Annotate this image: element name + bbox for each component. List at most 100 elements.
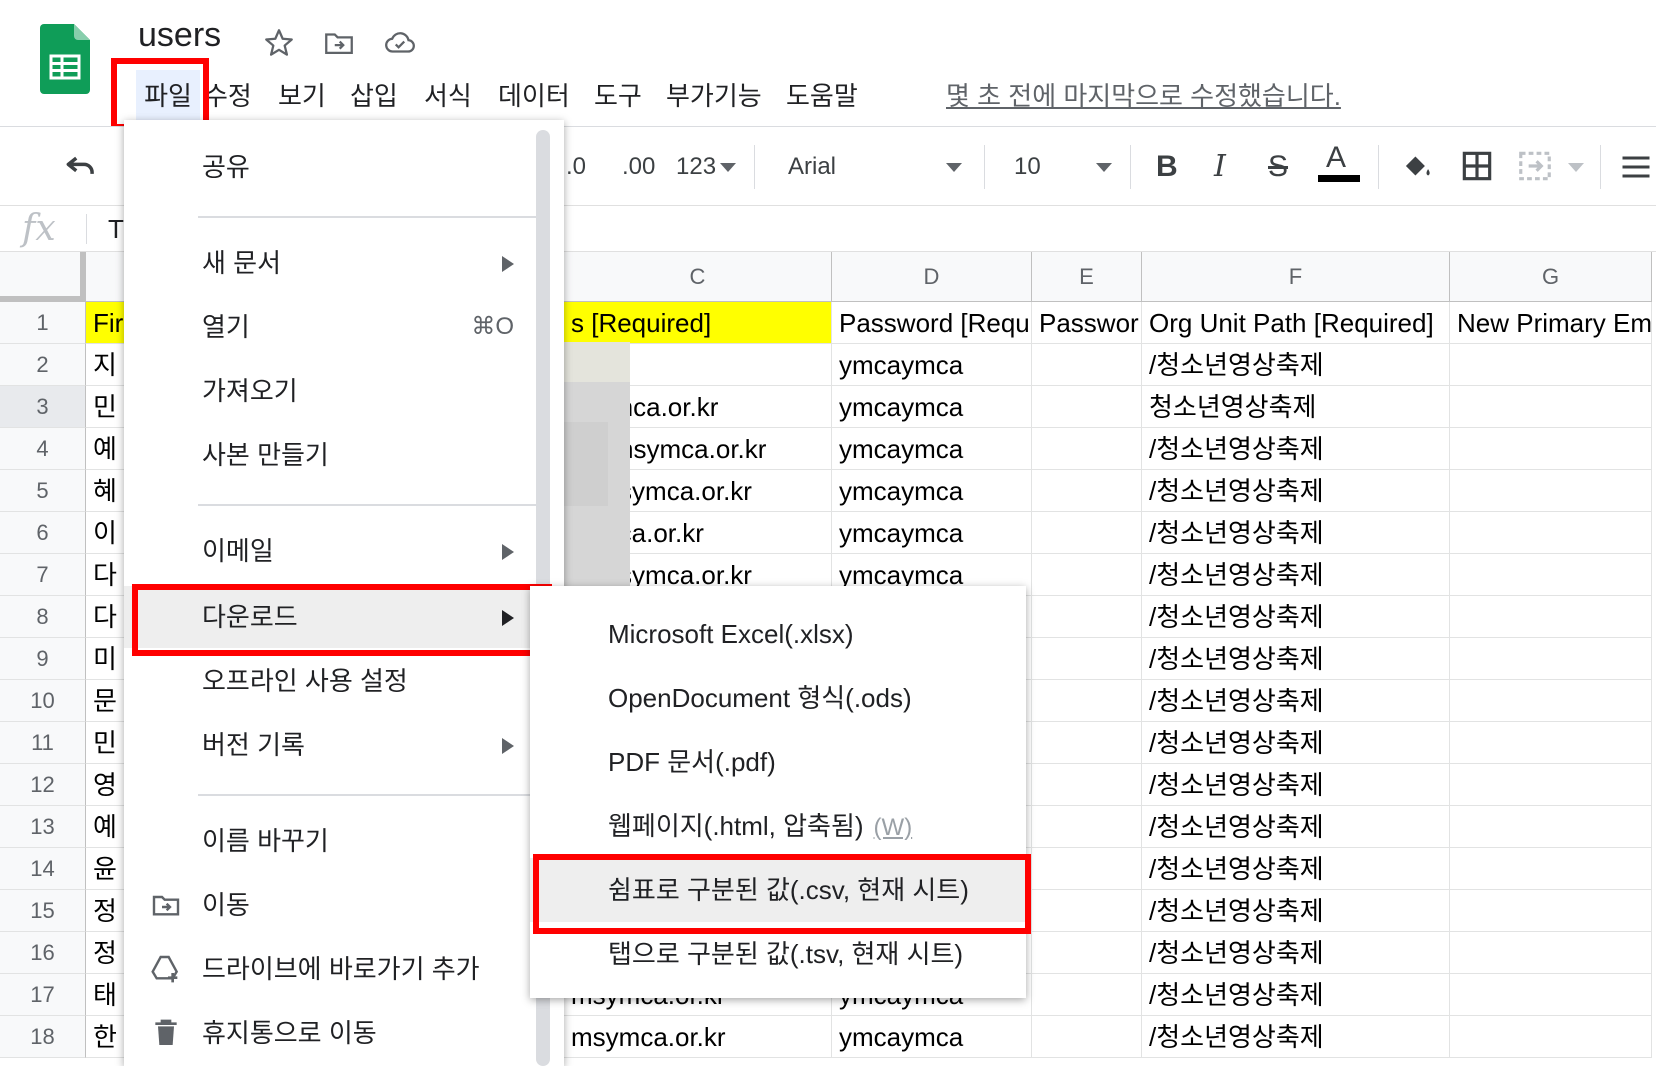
download-ods[interactable]: OpenDocument 형식(.ods) xyxy=(530,666,1026,730)
cell-d[interactable]: ymcaymca xyxy=(832,512,1032,554)
cell-e[interactable] xyxy=(1032,470,1142,512)
cell-g[interactable] xyxy=(1450,554,1652,596)
row-header[interactable]: 12 xyxy=(0,764,86,806)
row-header[interactable]: 2 xyxy=(0,344,86,386)
cell-e[interactable] xyxy=(1032,680,1142,722)
cell-f[interactable]: /청소년영상축제 xyxy=(1142,428,1450,470)
cell-g[interactable] xyxy=(1450,806,1652,848)
cell-d[interactable]: ymcaymca xyxy=(832,344,1032,386)
row-header[interactable]: 7 xyxy=(0,554,86,596)
cell-e[interactable] xyxy=(1032,848,1142,890)
cell-e[interactable]: Passwor xyxy=(1032,302,1142,344)
italic-button[interactable]: I xyxy=(1214,127,1226,207)
row-header[interactable]: 1 xyxy=(0,302,86,344)
cell-e[interactable] xyxy=(1032,638,1142,680)
cell-f[interactable]: /청소년영상축제 xyxy=(1142,638,1450,680)
cell-d[interactable]: Password [Requ xyxy=(832,302,1032,344)
cell-d[interactable]: ymcaymca xyxy=(832,1016,1032,1058)
cell-g[interactable] xyxy=(1450,386,1652,428)
font-size-chevron-icon[interactable] xyxy=(1096,163,1112,172)
cell-f[interactable]: /청소년영상축제 xyxy=(1142,1016,1450,1058)
cell-e[interactable] xyxy=(1032,722,1142,764)
cell-e[interactable] xyxy=(1032,1016,1142,1058)
fill-color-icon[interactable] xyxy=(1398,147,1436,185)
row-header[interactable]: 9 xyxy=(0,638,86,680)
row-header[interactable]: 11 xyxy=(0,722,86,764)
row-header[interactable]: 8 xyxy=(0,596,86,638)
formula-input[interactable]: T xyxy=(108,214,124,245)
file-menu-version-history[interactable]: 버전 기록 xyxy=(124,714,540,776)
download-pdf[interactable]: PDF 문서(.pdf) xyxy=(530,730,1026,794)
cell-f[interactable]: /청소년영상축제 xyxy=(1142,344,1450,386)
file-menu-trash[interactable]: 휴지통으로 이동 xyxy=(124,1002,540,1064)
align-icon[interactable] xyxy=(1618,149,1654,185)
decimal-increase-button[interactable]: .00 xyxy=(622,127,655,207)
cell-f[interactable]: /청소년영상축제 xyxy=(1142,680,1450,722)
cell-g[interactable] xyxy=(1450,722,1652,764)
cell-g[interactable] xyxy=(1450,470,1652,512)
bold-button[interactable]: B xyxy=(1156,127,1178,207)
row-header[interactable]: 16 xyxy=(0,932,86,974)
file-menu-open[interactable]: 열기 ⌘O xyxy=(124,296,540,358)
star-icon[interactable] xyxy=(262,26,296,60)
cell-g[interactable] xyxy=(1450,1016,1652,1058)
cell-e[interactable] xyxy=(1032,554,1142,596)
file-menu-rename[interactable]: 이름 바꾸기 xyxy=(124,810,540,872)
cell-e[interactable] xyxy=(1032,344,1142,386)
column-header-d[interactable]: D xyxy=(832,252,1032,302)
cell-e[interactable] xyxy=(1032,428,1142,470)
cell-f[interactable]: /청소년영상축제 xyxy=(1142,512,1450,554)
font-family-select[interactable]: Arial xyxy=(788,127,836,207)
row-header[interactable]: 15 xyxy=(0,890,86,932)
move-folder-icon[interactable] xyxy=(322,26,356,60)
cell-e[interactable] xyxy=(1032,806,1142,848)
last-edit-link[interactable]: 몇 초 전에 마지막으로 수정했습니다. xyxy=(946,70,1341,122)
cell-d[interactable]: ymcaymca xyxy=(832,386,1032,428)
cell-e[interactable] xyxy=(1032,974,1142,1016)
cell-f[interactable]: /청소년영상축제 xyxy=(1142,890,1450,932)
row-header[interactable]: 14 xyxy=(0,848,86,890)
cell-c[interactable]: s [Required] xyxy=(564,302,832,344)
cell-f[interactable]: /청소년영상축제 xyxy=(1142,470,1450,512)
cell-d[interactable]: ymcaymca xyxy=(832,428,1032,470)
menu-edit[interactable]: 수정 xyxy=(204,70,252,122)
cell-e[interactable] xyxy=(1032,596,1142,638)
cell-f[interactable]: 청소년영상축제 xyxy=(1142,386,1450,428)
column-header-g[interactable]: G xyxy=(1450,252,1652,302)
cell-g[interactable] xyxy=(1450,344,1652,386)
row-header[interactable]: 10 xyxy=(0,680,86,722)
sheets-logo-icon[interactable] xyxy=(40,24,90,94)
file-menu-add-shortcut[interactable]: 드라이브에 바로가기 추가 xyxy=(124,938,540,1000)
menu-help[interactable]: 도움말 xyxy=(786,70,858,122)
menu-addons[interactable]: 부가기능 xyxy=(666,70,762,122)
cell-f[interactable]: /청소년영상축제 xyxy=(1142,722,1450,764)
cell-d[interactable]: ymcaymca xyxy=(832,470,1032,512)
file-menu-new[interactable]: 새 문서 xyxy=(124,232,540,294)
cell-c[interactable]: msymca.or.kr xyxy=(564,1016,832,1058)
cell-f[interactable]: /청소년영상축제 xyxy=(1142,596,1450,638)
file-menu-share[interactable]: 공유 xyxy=(124,136,540,198)
download-xlsx[interactable]: Microsoft Excel(.xlsx) xyxy=(530,602,1026,666)
document-title[interactable]: users xyxy=(138,16,221,55)
cell-g[interactable]: New Primary Em xyxy=(1450,302,1652,344)
undo-icon[interactable] xyxy=(62,147,100,185)
cell-f[interactable]: /청소년영상축제 xyxy=(1142,974,1450,1016)
file-menu-make-copy[interactable]: 사본 만들기 xyxy=(124,424,540,486)
file-menu-move[interactable]: 이동 xyxy=(124,874,540,936)
row-header[interactable]: 5 xyxy=(0,470,86,512)
font-family-chevron-icon[interactable] xyxy=(946,163,962,172)
decimal-decrease-button[interactable]: .0 xyxy=(566,127,586,207)
cell-g[interactable] xyxy=(1450,596,1652,638)
select-all-corner[interactable] xyxy=(0,252,86,302)
cell-e[interactable] xyxy=(1032,764,1142,806)
cell-f[interactable]: /청소년영상축제 xyxy=(1142,932,1450,974)
strikethrough-button[interactable]: S xyxy=(1268,127,1288,207)
menu-data[interactable]: 데이터 xyxy=(498,70,570,122)
row-header[interactable]: 6 xyxy=(0,512,86,554)
download-html[interactable]: 웹페이지(.html, 압축됨) (W) xyxy=(530,794,1026,858)
row-header[interactable]: 4 xyxy=(0,428,86,470)
row-header[interactable]: 13 xyxy=(0,806,86,848)
cell-f[interactable]: /청소년영상축제 xyxy=(1142,554,1450,596)
merge-cells-icon[interactable] xyxy=(1516,147,1554,185)
number-format-button[interactable]: 123 xyxy=(676,127,716,207)
